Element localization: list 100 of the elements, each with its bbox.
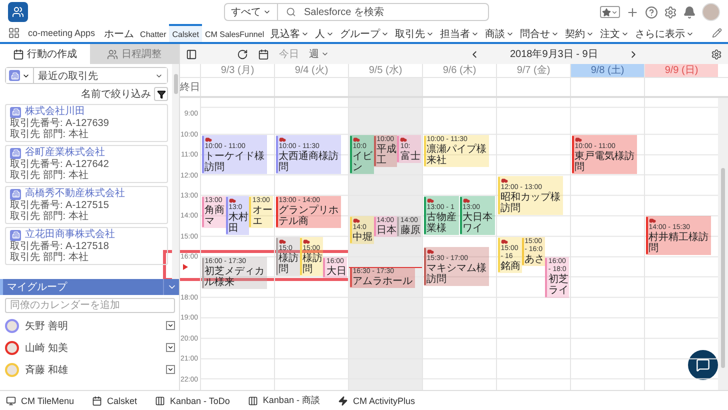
group-header[interactable]: マイグループ (0, 279, 179, 295)
star-icon (602, 8, 611, 16)
event-title: 初芝ライ (548, 274, 570, 296)
account-link[interactable]: 立花田商事株式会社 (25, 229, 115, 241)
member-menu-button[interactable] (166, 365, 175, 374)
settings-icon[interactable] (664, 6, 677, 18)
nav-tab[interactable]: 人 (312, 24, 338, 42)
view-dropdown[interactable]: 週 (309, 47, 329, 61)
account-icon (10, 148, 21, 158)
kanban-icon (248, 396, 258, 406)
search-field[interactable]: すべて Salesforce を検索 (224, 3, 489, 21)
scrollbar[interactable] (718, 98, 728, 390)
app-logo[interactable] (8, 2, 28, 22)
settings-icon[interactable] (711, 48, 722, 60)
event-title: 日本 (376, 225, 398, 236)
nav-tab[interactable]: 契約 (562, 24, 598, 42)
account-department: 取引先 部門: 本社 (10, 129, 90, 140)
caret-icon (263, 8, 271, 16)
event-title: アムラホール (352, 276, 414, 288)
caret-icon (321, 50, 329, 58)
event-title: 様訪問 (302, 252, 324, 275)
utility-item[interactable]: Kanban - 商談 (248, 394, 320, 407)
day-header: 9/5 (水) (348, 64, 422, 77)
nav-tab[interactable]: Chatter (137, 24, 170, 42)
all-day-label: 終日 (180, 81, 200, 95)
calendar-icon (92, 396, 102, 406)
event-title: マキシマム様訪問 (426, 262, 488, 285)
account-department: 取引先 部門: 本社 (10, 170, 90, 181)
account-card[interactable]: 谷町産業株式会社 取引先番号: A-127642 取引先 部門: 本社 (5, 145, 168, 183)
nav-tab[interactable]: CM SalesFunnel (202, 24, 268, 42)
account-card[interactable]: 高橋秀不動産株式会社 取引先番号: A-127515 取引先 部門: 本社 (5, 186, 168, 224)
nav-tab[interactable]: ホーム (101, 24, 138, 42)
chat-icon (696, 358, 710, 372)
pencil-icon[interactable] (712, 28, 722, 38)
more-menu[interactable]: さらに表示 (632, 24, 698, 42)
event-title: 平成工 (376, 144, 398, 166)
account-number: 取引先番号: A-127639 (10, 118, 110, 129)
filter-button[interactable] (154, 87, 168, 101)
account-icon (10, 230, 21, 240)
sidebar-toggle-icon[interactable] (186, 48, 197, 60)
event-title: 村井精工様訪問 (648, 232, 710, 254)
utility-item[interactable]: Calsket (92, 396, 138, 406)
search-scope-dropdown[interactable]: すべて (225, 4, 278, 20)
utility-item[interactable]: CM TileMenu (6, 396, 74, 406)
account-number: 取引先番号: A-127515 (10, 200, 110, 211)
scrollbar[interactable] (172, 64, 179, 279)
refresh-icon[interactable] (237, 48, 248, 60)
event-title: 大日本ワイ (462, 212, 494, 234)
caret-icon (167, 366, 174, 373)
nav-tab[interactable]: 問合せ (517, 24, 562, 42)
nav-tab[interactable]: 取引先 (392, 24, 438, 42)
bolt-icon (338, 396, 348, 406)
nav-tab[interactable]: 見込客 (267, 24, 312, 42)
event-title: 富士 (400, 150, 422, 162)
event-title: 木村田 (228, 212, 250, 234)
chat-button[interactable] (688, 350, 718, 380)
member-menu-button[interactable] (166, 343, 175, 352)
add-icon[interactable] (626, 6, 639, 18)
member-name: 矢野 善明 (25, 320, 69, 332)
calendar-icon[interactable] (258, 48, 269, 60)
account-icon (10, 106, 21, 118)
bell-icon[interactable] (683, 6, 696, 18)
add-calendar-field[interactable]: 同僚のカレンダーを追加 (5, 298, 175, 313)
nav-tab[interactable]: グループ (337, 24, 392, 42)
monitor-icon (6, 396, 16, 406)
event-title: 凛瀬パイプ様来社 (426, 144, 488, 166)
day-header: 9/9 (日) (644, 64, 718, 77)
account-link[interactable]: 高橋秀不動産株式会社 (25, 188, 125, 200)
event-title: 大日 (326, 266, 348, 278)
app-launcher-icon[interactable] (8, 27, 20, 39)
all-day-cell[interactable] (348, 78, 422, 96)
caret-icon (686, 30, 694, 38)
account-link[interactable]: 谷町産業株式会社 (25, 147, 105, 159)
help-icon[interactable] (645, 6, 658, 18)
date-range: 2018年9月3日 - 9日 (510, 48, 598, 61)
event-title: 藤原 (400, 225, 422, 236)
member-menu-button[interactable] (166, 321, 175, 330)
event-title: 銘商 (500, 260, 522, 272)
current-time-marker (183, 264, 188, 270)
event-title: グランプリホテル商 (278, 204, 340, 227)
event-title: 角商マ (204, 204, 226, 227)
event-title: 太西通商様訪問 (278, 150, 340, 173)
utility-item[interactable]: CM ActivityPlus (338, 396, 415, 406)
account-link[interactable]: 株式会社川田 (25, 106, 85, 118)
nav-tab[interactable]: Calsket (169, 24, 202, 42)
account-number: 取引先番号: A-127642 (10, 159, 110, 170)
account-card[interactable]: 立花田商事株式会社 取引先番号: A-127518 取引先 部門: 本社 (5, 227, 168, 265)
nav-tab[interactable]: 担当者 (437, 24, 482, 42)
app-name: co-meeting Apps (28, 28, 96, 38)
account-card[interactable]: 株式会社川田 取引先番号: A-127639 取引先 部門: 本社 (5, 104, 168, 142)
nav-tab[interactable]: 注文 (597, 24, 632, 42)
people-icon (107, 48, 118, 60)
kanban-icon (155, 396, 166, 406)
event-title: トーケイド様訪問 (204, 150, 266, 173)
day-header: 9/3 (月) (200, 64, 274, 77)
favorites-button[interactable] (600, 6, 620, 18)
event-title: オーエ (252, 204, 274, 227)
event-title: あさ (524, 254, 546, 265)
nav-tab[interactable]: 商談 (482, 24, 518, 42)
utility-item[interactable]: Kanban - ToDo (155, 396, 230, 406)
